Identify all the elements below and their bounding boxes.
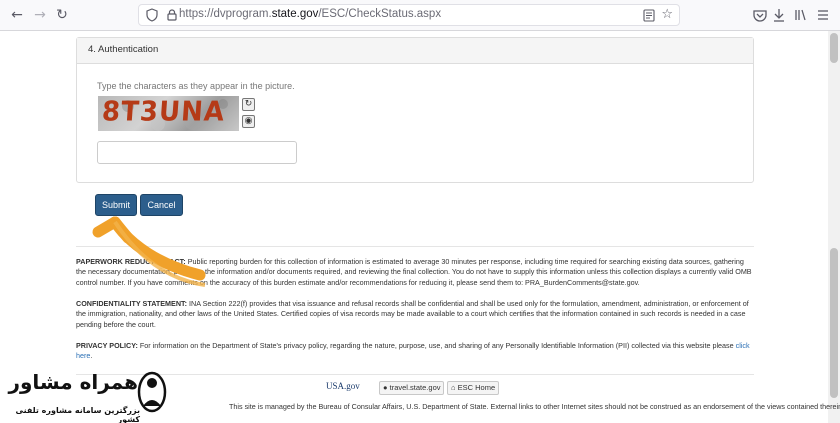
hamrah-moshaver-watermark: همراه مشاور بزرگترین سامانه مشاوره تلفنی… (0, 366, 175, 423)
reader-view-icon[interactable] (643, 9, 655, 22)
home-icon: ⌂ (451, 383, 458, 392)
audio-captcha-icon[interactable]: ◉ (242, 115, 255, 128)
lock-icon[interactable] (165, 8, 179, 22)
usa-gov-logo[interactable]: USA.gov (326, 381, 360, 392)
privacy-notice: PRIVACY POLICY: For information on the D… (76, 341, 752, 362)
menu-icon[interactable] (815, 7, 831, 23)
footer-disclaimer: This site is managed by the Bureau of Co… (229, 402, 840, 411)
panel-heading: 4. Authentication (77, 38, 753, 64)
reload-icon[interactable]: ↻ (53, 6, 71, 24)
captcha-instruction: Type the characters as they appear in th… (97, 81, 295, 91)
authentication-panel: 4. Authentication Type the characters as… (76, 37, 754, 183)
privacy-end: . (90, 351, 93, 361)
travel-link-label: travel.state.gov (389, 383, 441, 392)
orange-arrow-annotation (92, 216, 206, 287)
usa-logo-suffix: .gov (344, 381, 360, 391)
globe-icon: ● (383, 383, 390, 392)
privacy-text: For information on the Department of Sta… (139, 341, 734, 350)
bookmark-star-icon[interactable]: ☆ (661, 7, 673, 22)
download-icon[interactable] (771, 7, 787, 23)
scrollbar-thumb[interactable] (830, 248, 838, 398)
shield-icon[interactable] (145, 8, 159, 22)
refresh-captcha-icon[interactable]: ↻ (242, 98, 255, 111)
watermark-title: همراه مشاور (8, 370, 138, 394)
url-text[interactable]: https://dvprogram.state.gov/ESC/CheckSta… (179, 8, 441, 20)
browser-toolbar: ← → ↻ https://dvprogram.state.gov/ESC/Ch… (0, 0, 840, 31)
footer-divider (76, 374, 754, 375)
captcha-input[interactable] (97, 141, 297, 164)
forward-icon[interactable]: → (31, 6, 49, 24)
usa-logo-text: USA (326, 381, 345, 391)
library-icon[interactable] (793, 7, 809, 23)
watermark-subtitle: بزرگترین سامانه مشاوره تلفنی کشور (15, 406, 140, 423)
address-bar[interactable]: https://dvprogram.state.gov/ESC/CheckSta… (138, 4, 680, 26)
esc-home-label: ESC Home (457, 383, 496, 392)
scrollbar-top-segment[interactable] (830, 33, 838, 63)
back-icon[interactable]: ← (8, 6, 26, 24)
captcha-image: 8T3UNA (98, 96, 239, 131)
esc-home-link[interactable]: ⌂ ESC Home (447, 381, 500, 395)
travel-state-link[interactable]: ● travel.state.gov (379, 381, 445, 395)
privacy-label: PRIVACY POLICY: (76, 341, 138, 350)
captcha-text: 8T3UNA (100, 96, 227, 128)
pocket-icon[interactable] (752, 7, 768, 23)
